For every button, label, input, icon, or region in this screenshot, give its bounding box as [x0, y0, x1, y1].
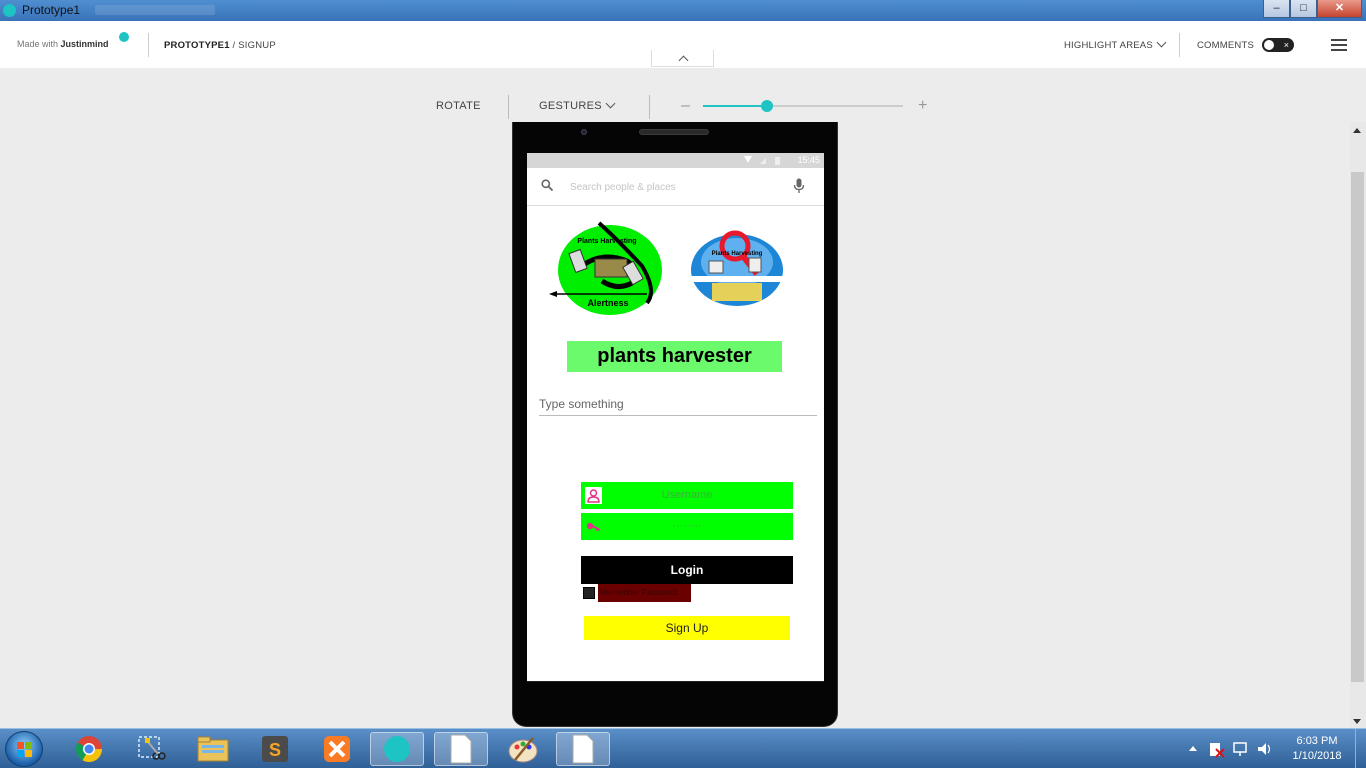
logo-right-text: Plants Harvesting	[712, 251, 763, 257]
justinmind-taskbar-icon[interactable]	[370, 732, 424, 766]
login-button[interactable]: Login	[581, 556, 793, 584]
android-status-bar: 15:45	[527, 153, 824, 168]
phone-frame: 15:45 Search people & places Plants Harv…	[512, 122, 838, 727]
toolbar-divider	[508, 95, 509, 119]
text-input[interactable]: Type something	[539, 397, 817, 416]
chevron-up-icon	[678, 55, 689, 66]
clock-time: 6:03 PM	[1296, 735, 1338, 747]
phone-screen: 15:45 Search people & places Plants Harv…	[527, 153, 824, 681]
search-input[interactable]: Search people & places	[570, 182, 676, 193]
signal-icon	[760, 158, 766, 164]
file-explorer-icon[interactable]	[186, 732, 240, 766]
chrome-icon[interactable]	[62, 732, 116, 766]
windows-logo-icon	[17, 742, 32, 757]
system-tray	[1186, 739, 1276, 759]
start-button[interactable]	[5, 731, 43, 767]
notepad-blank-icon[interactable]	[434, 732, 488, 766]
menu-icon[interactable]	[1331, 39, 1347, 51]
header-divider	[148, 33, 149, 57]
highlight-areas-dropdown[interactable]: HIGHLIGHT AREAS	[1064, 37, 1167, 51]
toolbar-divider	[649, 95, 650, 119]
show-hidden-icons-icon	[1189, 746, 1197, 751]
username-field[interactable]: Username	[581, 482, 793, 509]
status-time: 15:45	[797, 155, 820, 165]
remember-password-checkbox[interactable]	[583, 587, 595, 599]
notepad-blank-icon-2[interactable]	[556, 732, 610, 766]
zoom-slider[interactable]	[703, 105, 903, 107]
zoom-slider-fill	[703, 105, 767, 107]
gestures-label: GESTURES	[539, 100, 602, 112]
scroll-down-arrow-icon[interactable]	[1353, 719, 1361, 724]
wifi-icon	[744, 156, 752, 163]
made-with-label: Made with Justinmind	[17, 39, 109, 49]
password-input[interactable]: ········	[581, 513, 793, 540]
logo-left-top-text: Plants Harvesting	[577, 238, 636, 245]
collapse-header-button[interactable]	[651, 50, 714, 67]
scroll-thumb[interactable]	[1351, 172, 1364, 682]
snipping-tool-icon[interactable]	[124, 732, 178, 766]
phone-screen-border	[527, 681, 824, 682]
battery-icon	[775, 157, 780, 165]
remember-password-label[interactable]: Remember Password	[598, 584, 691, 602]
rotate-button[interactable]: ROTATE	[436, 100, 481, 112]
brand-name[interactable]: Justinmind	[61, 39, 109, 49]
vertical-scrollbar[interactable]	[1350, 122, 1366, 728]
breadcrumb-separator: /	[229, 40, 239, 51]
highlight-areas-label: HIGHLIGHT AREAS	[1064, 40, 1153, 51]
sublime-text-icon[interactable]: S	[248, 732, 302, 766]
password-field[interactable]: ········	[581, 513, 793, 540]
app-title: plants harvester	[567, 341, 782, 372]
comments-toggle[interactable]: ×	[1262, 38, 1294, 52]
search-icon	[541, 179, 553, 191]
sign-up-button[interactable]: Sign Up	[584, 616, 790, 640]
system-clock[interactable]: 6:03 PM 1/10/2018	[1284, 734, 1350, 764]
maximize-button[interactable]: □	[1290, 0, 1317, 18]
title-extra-blurred	[95, 5, 215, 15]
chevron-down-icon	[605, 98, 616, 109]
taskbar: S 6:03 PM 1/10/2018	[0, 728, 1366, 768]
comments-label: COMMENTS	[1197, 40, 1255, 51]
breadcrumb-project[interactable]: PROTOTYPE1	[164, 40, 230, 51]
show-desktop-button[interactable]	[1355, 729, 1366, 768]
brand-dot-icon	[119, 32, 129, 42]
app-icon	[3, 4, 16, 17]
toggle-off-icon: ×	[1283, 40, 1289, 50]
logo-left-bottom-text: Alertness	[587, 298, 628, 308]
breadcrumb: PROTOTYPE1 / SIGNUP	[164, 40, 276, 51]
username-input[interactable]: Username	[581, 482, 793, 509]
clock-date: 1/10/2018	[1292, 750, 1342, 762]
toggle-knob	[1264, 40, 1274, 50]
header-divider	[1179, 33, 1180, 57]
microphone-icon[interactable]	[793, 178, 805, 194]
paint-icon[interactable]	[496, 732, 550, 766]
phone-camera	[581, 129, 587, 135]
search-bar[interactable]: Search people & places	[527, 168, 824, 206]
phone-speaker	[639, 129, 709, 135]
scroll-up-arrow-icon[interactable]	[1353, 128, 1361, 133]
window-title: Prototype1	[22, 3, 81, 17]
xampp-icon[interactable]	[310, 732, 364, 766]
zoom-slider-handle[interactable]	[761, 100, 773, 112]
breadcrumb-page: SIGNUP	[238, 40, 276, 51]
window-title-bar: Prototype1 ‒ □ ✕	[0, 0, 1366, 21]
close-button[interactable]: ✕	[1317, 0, 1362, 18]
gestures-dropdown[interactable]: GESTURES	[539, 98, 616, 112]
harvesting-logo: Plants Harvesting	[689, 230, 787, 306]
minimize-button[interactable]: ‒	[1263, 0, 1290, 18]
made-with-text: Made with	[17, 39, 59, 49]
chevron-down-icon	[1156, 37, 1167, 48]
zoom-out-button[interactable]: –	[681, 97, 690, 115]
status-icons	[744, 156, 784, 165]
svg-text:S: S	[269, 740, 281, 760]
alertness-logo: Plants Harvesting Alertness	[549, 221, 662, 315]
zoom-in-button[interactable]: +	[918, 97, 927, 115]
